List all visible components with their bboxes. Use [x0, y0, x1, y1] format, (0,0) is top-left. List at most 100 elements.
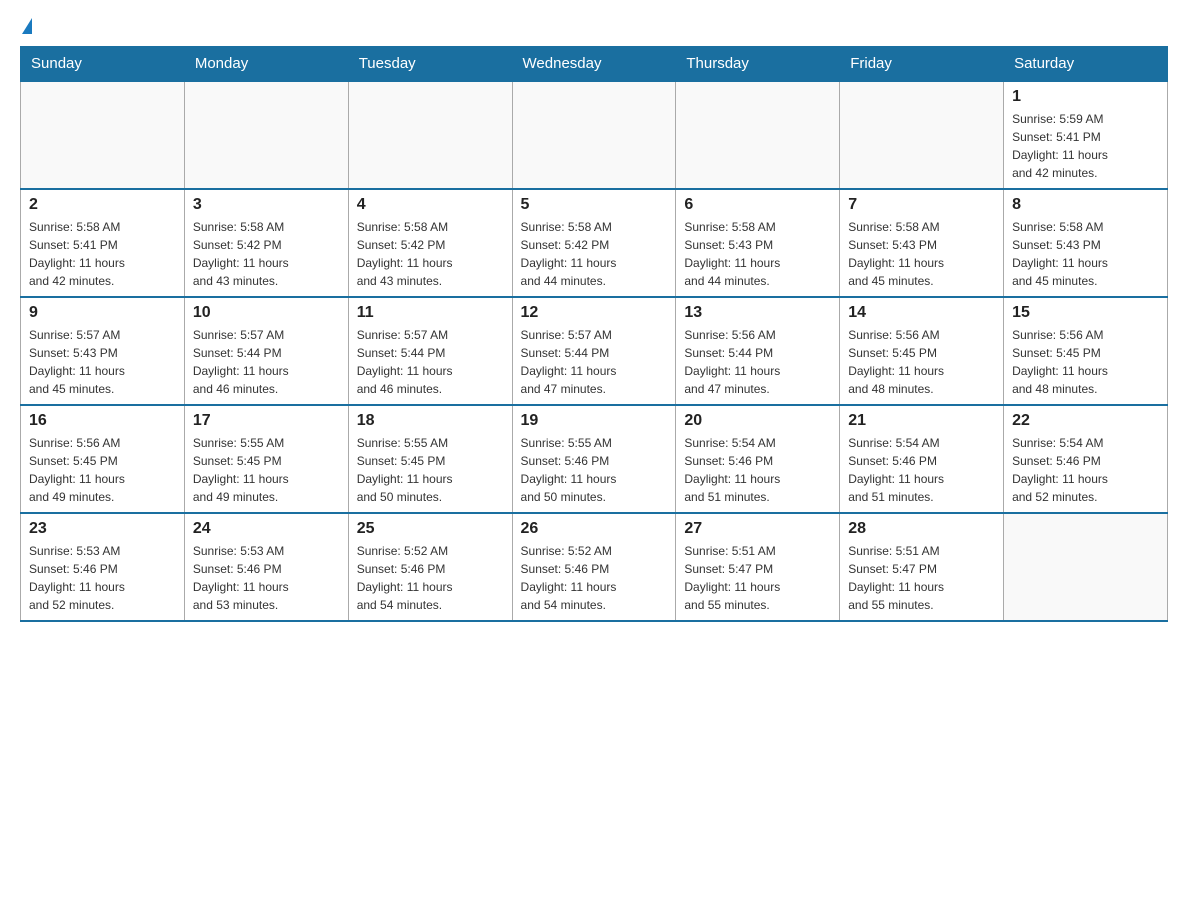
calendar-cell	[1004, 513, 1168, 621]
day-number: 3	[193, 196, 340, 214]
day-number: 9	[29, 304, 176, 322]
day-number: 14	[848, 304, 995, 322]
day-info: Sunrise: 5:55 AM Sunset: 5:46 PM Dayligh…	[521, 434, 668, 506]
calendar-cell: 28 Sunrise: 5:51 AM Sunset: 5:47 PM Dayli…	[840, 513, 1004, 621]
day-info: Sunrise: 5:53 AM Sunset: 5:46 PM Dayligh…	[29, 542, 176, 614]
weekday-header-row: SundayMondayTuesdayWednesdayThursdayFrid…	[21, 47, 1168, 82]
day-info: Sunrise: 5:54 AM Sunset: 5:46 PM Dayligh…	[1012, 434, 1159, 506]
day-number: 26	[521, 520, 668, 538]
day-info: Sunrise: 5:57 AM Sunset: 5:44 PM Dayligh…	[521, 326, 668, 398]
day-number: 28	[848, 520, 995, 538]
calendar-cell: 7 Sunrise: 5:58 AM Sunset: 5:43 PM Daylig…	[840, 189, 1004, 297]
weekday-header-monday: Monday	[184, 47, 348, 82]
day-info: Sunrise: 5:57 AM Sunset: 5:43 PM Dayligh…	[29, 326, 176, 398]
day-info: Sunrise: 5:54 AM Sunset: 5:46 PM Dayligh…	[848, 434, 995, 506]
day-number: 17	[193, 412, 340, 430]
weekday-header-saturday: Saturday	[1004, 47, 1168, 82]
calendar-cell: 27 Sunrise: 5:51 AM Sunset: 5:47 PM Dayli…	[676, 513, 840, 621]
day-info: Sunrise: 5:58 AM Sunset: 5:43 PM Dayligh…	[848, 218, 995, 290]
calendar-week-4: 16 Sunrise: 5:56 AM Sunset: 5:45 PM Dayli…	[21, 405, 1168, 513]
day-info: Sunrise: 5:58 AM Sunset: 5:43 PM Dayligh…	[1012, 218, 1159, 290]
calendar-cell: 14 Sunrise: 5:56 AM Sunset: 5:45 PM Dayli…	[840, 297, 1004, 405]
day-info: Sunrise: 5:56 AM Sunset: 5:45 PM Dayligh…	[29, 434, 176, 506]
weekday-header-thursday: Thursday	[676, 47, 840, 82]
calendar-cell: 26 Sunrise: 5:52 AM Sunset: 5:46 PM Dayli…	[512, 513, 676, 621]
day-info: Sunrise: 5:51 AM Sunset: 5:47 PM Dayligh…	[684, 542, 831, 614]
day-info: Sunrise: 5:57 AM Sunset: 5:44 PM Dayligh…	[193, 326, 340, 398]
day-number: 15	[1012, 304, 1159, 322]
day-info: Sunrise: 5:59 AM Sunset: 5:41 PM Dayligh…	[1012, 110, 1159, 182]
day-number: 2	[29, 196, 176, 214]
day-info: Sunrise: 5:55 AM Sunset: 5:45 PM Dayligh…	[193, 434, 340, 506]
calendar-cell: 10 Sunrise: 5:57 AM Sunset: 5:44 PM Dayli…	[184, 297, 348, 405]
day-number: 1	[1012, 88, 1159, 106]
day-info: Sunrise: 5:58 AM Sunset: 5:43 PM Dayligh…	[684, 218, 831, 290]
day-number: 22	[1012, 412, 1159, 430]
calendar-cell: 5Sunrise: 5:58 AM Sunset: 5:42 PM Daylig…	[512, 189, 676, 297]
day-number: 27	[684, 520, 831, 538]
weekday-header-tuesday: Tuesday	[348, 47, 512, 82]
calendar-cell: 16 Sunrise: 5:56 AM Sunset: 5:45 PM Dayli…	[21, 405, 185, 513]
page-header	[20, 20, 1168, 36]
logo-triangle-icon	[22, 18, 32, 34]
day-number: 6	[684, 196, 831, 214]
day-number: 20	[684, 412, 831, 430]
day-info: Sunrise: 5:57 AM Sunset: 5:44 PM Dayligh…	[357, 326, 504, 398]
calendar-cell	[184, 81, 348, 189]
day-info: Sunrise: 5:58 AM Sunset: 5:42 PM Dayligh…	[521, 218, 668, 290]
calendar-cell: 15 Sunrise: 5:56 AM Sunset: 5:45 PM Dayli…	[1004, 297, 1168, 405]
calendar-cell	[676, 81, 840, 189]
calendar-cell: 4 Sunrise: 5:58 AM Sunset: 5:42 PM Daylig…	[348, 189, 512, 297]
day-info: Sunrise: 5:56 AM Sunset: 5:45 PM Dayligh…	[848, 326, 995, 398]
day-number: 7	[848, 196, 995, 214]
day-info: Sunrise: 5:58 AM Sunset: 5:42 PM Dayligh…	[193, 218, 340, 290]
calendar-cell: 2 Sunrise: 5:58 AM Sunset: 5:41 PM Daylig…	[21, 189, 185, 297]
calendar-cell: 6 Sunrise: 5:58 AM Sunset: 5:43 PM Daylig…	[676, 189, 840, 297]
weekday-header-friday: Friday	[840, 47, 1004, 82]
day-number: 4	[357, 196, 504, 214]
day-info: Sunrise: 5:58 AM Sunset: 5:41 PM Dayligh…	[29, 218, 176, 290]
calendar-cell: 18Sunrise: 5:55 AM Sunset: 5:45 PM Dayli…	[348, 405, 512, 513]
day-number: 12	[521, 304, 668, 322]
day-info: Sunrise: 5:56 AM Sunset: 5:45 PM Dayligh…	[1012, 326, 1159, 398]
calendar-cell: 25 Sunrise: 5:52 AM Sunset: 5:46 PM Dayli…	[348, 513, 512, 621]
calendar-cell: 21 Sunrise: 5:54 AM Sunset: 5:46 PM Dayli…	[840, 405, 1004, 513]
day-number: 21	[848, 412, 995, 430]
day-info: Sunrise: 5:56 AM Sunset: 5:44 PM Dayligh…	[684, 326, 831, 398]
day-info: Sunrise: 5:51 AM Sunset: 5:47 PM Dayligh…	[848, 542, 995, 614]
calendar-cell: 12 Sunrise: 5:57 AM Sunset: 5:44 PM Dayli…	[512, 297, 676, 405]
day-number: 8	[1012, 196, 1159, 214]
day-info: Sunrise: 5:52 AM Sunset: 5:46 PM Dayligh…	[357, 542, 504, 614]
day-number: 16	[29, 412, 176, 430]
calendar-cell	[840, 81, 1004, 189]
calendar-cell: 23 Sunrise: 5:53 AM Sunset: 5:46 PM Dayli…	[21, 513, 185, 621]
day-number: 25	[357, 520, 504, 538]
day-number: 23	[29, 520, 176, 538]
calendar-cell: 8 Sunrise: 5:58 AM Sunset: 5:43 PM Daylig…	[1004, 189, 1168, 297]
weekday-header-wednesday: Wednesday	[512, 47, 676, 82]
calendar-cell: 24Sunrise: 5:53 AM Sunset: 5:46 PM Dayli…	[184, 513, 348, 621]
calendar-cell: 3 Sunrise: 5:58 AM Sunset: 5:42 PM Daylig…	[184, 189, 348, 297]
calendar-week-2: 2 Sunrise: 5:58 AM Sunset: 5:41 PM Daylig…	[21, 189, 1168, 297]
logo	[20, 20, 32, 36]
calendar-cell	[21, 81, 185, 189]
day-info: Sunrise: 5:58 AM Sunset: 5:42 PM Dayligh…	[357, 218, 504, 290]
day-number: 19	[521, 412, 668, 430]
calendar-cell: 17 Sunrise: 5:55 AM Sunset: 5:45 PM Dayli…	[184, 405, 348, 513]
calendar-cell: 22 Sunrise: 5:54 AM Sunset: 5:46 PM Dayli…	[1004, 405, 1168, 513]
day-number: 10	[193, 304, 340, 322]
calendar-cell: 19 Sunrise: 5:55 AM Sunset: 5:46 PM Dayli…	[512, 405, 676, 513]
calendar-week-1: 1 Sunrise: 5:59 AM Sunset: 5:41 PM Daylig…	[21, 81, 1168, 189]
calendar-cell: 20 Sunrise: 5:54 AM Sunset: 5:46 PM Dayli…	[676, 405, 840, 513]
weekday-header-sunday: Sunday	[21, 47, 185, 82]
calendar-cell	[512, 81, 676, 189]
calendar-cell: 9 Sunrise: 5:57 AM Sunset: 5:43 PM Daylig…	[21, 297, 185, 405]
day-info: Sunrise: 5:53 AM Sunset: 5:46 PM Dayligh…	[193, 542, 340, 614]
day-info: Sunrise: 5:55 AM Sunset: 5:45 PM Dayligh…	[357, 434, 504, 506]
calendar-cell: 1 Sunrise: 5:59 AM Sunset: 5:41 PM Daylig…	[1004, 81, 1168, 189]
day-number: 13	[684, 304, 831, 322]
calendar-week-3: 9 Sunrise: 5:57 AM Sunset: 5:43 PM Daylig…	[21, 297, 1168, 405]
calendar-week-5: 23 Sunrise: 5:53 AM Sunset: 5:46 PM Dayli…	[21, 513, 1168, 621]
day-info: Sunrise: 5:54 AM Sunset: 5:46 PM Dayligh…	[684, 434, 831, 506]
day-info: Sunrise: 5:52 AM Sunset: 5:46 PM Dayligh…	[521, 542, 668, 614]
